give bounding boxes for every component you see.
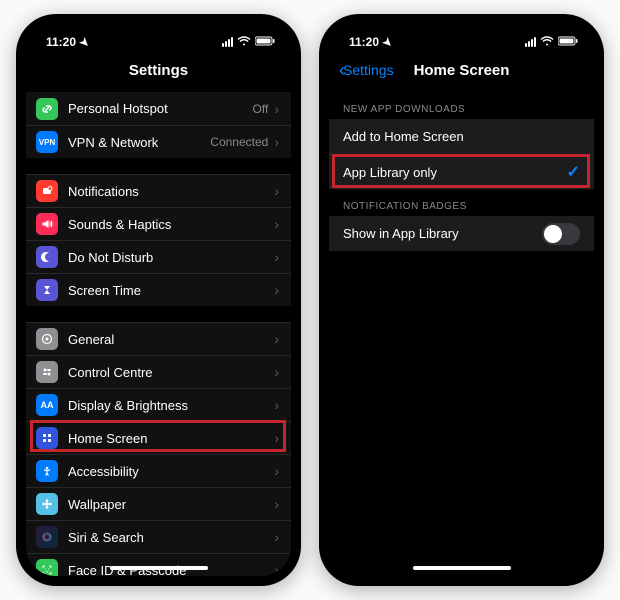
speaker-icon: [36, 213, 58, 235]
nav-title: Settings: [129, 62, 188, 79]
chevron-right-icon: ›: [274, 529, 279, 545]
wifi-icon: [237, 35, 251, 49]
row-value: Off: [253, 102, 269, 116]
row-label: Siri & Search: [68, 530, 274, 545]
row-value: Connected: [210, 135, 268, 149]
chevron-right-icon: ›: [274, 134, 279, 150]
chevron-right-icon: ›: [274, 331, 279, 347]
row-control-centre[interactable]: Control Centre ›: [26, 355, 291, 388]
hourglass-icon: [36, 279, 58, 301]
toggle-show-in-app-library[interactable]: [542, 223, 580, 245]
chevron-right-icon: ›: [274, 562, 279, 576]
vpn-icon: VPN: [36, 131, 58, 153]
row-add-to-home-screen[interactable]: Add to Home Screen: [329, 119, 594, 154]
location-icon: ➤: [380, 34, 396, 50]
screen-right: 11:20 ➤ ‹ Settings Home Screen NEW APP D…: [329, 24, 594, 576]
chevron-right-icon: ›: [274, 364, 279, 380]
checkmark-icon: ✓: [567, 162, 580, 182]
row-label: Notifications: [68, 184, 274, 199]
row-label: Control Centre: [68, 365, 274, 380]
notch: [94, 24, 224, 46]
chevron-right-icon: ›: [274, 249, 279, 265]
link-icon: [36, 98, 58, 120]
cellular-icon: [222, 37, 233, 47]
status-time: 11:20: [349, 35, 379, 49]
chevron-right-icon: ›: [274, 282, 279, 298]
chevron-right-icon: ›: [274, 101, 279, 117]
row-label: Sounds & Haptics: [68, 217, 274, 232]
row-label: Personal Hotspot: [68, 101, 253, 116]
grid-icon: [36, 427, 58, 449]
row-vpn-network[interactable]: VPN VPN & Network Connected ›: [26, 125, 291, 158]
notifications-icon: [36, 180, 58, 202]
section-header: NEW APP DOWNLOADS: [329, 92, 594, 119]
row-display-brightness[interactable]: AA Display & Brightness ›: [26, 388, 291, 421]
row-label: Add to Home Screen: [343, 129, 580, 144]
moon-icon: [36, 246, 58, 268]
row-show-in-app-library[interactable]: Show in App Library: [329, 216, 594, 251]
screen-left: 11:20 ➤ Settings Personal Hotspot Off › …: [26, 24, 291, 576]
location-icon: ➤: [77, 34, 93, 50]
chevron-right-icon: ›: [274, 496, 279, 512]
row-wallpaper[interactable]: Wallpaper ›: [26, 487, 291, 520]
row-label: Home Screen: [68, 431, 274, 446]
chevron-right-icon: ›: [274, 183, 279, 199]
row-label: Accessibility: [68, 464, 274, 479]
row-label: Show in App Library: [343, 226, 542, 241]
text-size-icon: AA: [36, 394, 58, 416]
row-sounds-haptics[interactable]: Sounds & Haptics ›: [26, 207, 291, 240]
chevron-right-icon: ›: [274, 430, 279, 446]
flower-icon: [36, 493, 58, 515]
row-label: Do Not Disturb: [68, 250, 274, 265]
battery-icon: [558, 35, 578, 49]
notch: [397, 24, 527, 46]
status-time: 11:20: [46, 35, 76, 49]
gear-icon: [36, 328, 58, 350]
phone-left: 11:20 ➤ Settings Personal Hotspot Off › …: [16, 14, 301, 586]
wifi-icon: [540, 35, 554, 49]
row-label: App Library only: [343, 165, 567, 180]
row-label: Display & Brightness: [68, 398, 274, 413]
home-indicator[interactable]: [413, 566, 511, 570]
nav-title: Home Screen: [414, 62, 510, 79]
row-notifications[interactable]: Notifications ›: [26, 174, 291, 207]
face-id-icon: [36, 559, 58, 576]
settings-list[interactable]: Personal Hotspot Off › VPN VPN & Network…: [26, 92, 291, 576]
home-indicator[interactable]: [110, 566, 208, 570]
chevron-right-icon: ›: [274, 397, 279, 413]
back-button[interactable]: ‹ Settings: [339, 60, 394, 81]
back-label: Settings: [343, 62, 394, 78]
row-personal-hotspot[interactable]: Personal Hotspot Off ›: [26, 92, 291, 125]
section-header: NOTIFICATION BADGES: [329, 189, 594, 216]
chevron-right-icon: ›: [274, 463, 279, 479]
row-accessibility[interactable]: Accessibility ›: [26, 454, 291, 487]
home-screen-list[interactable]: NEW APP DOWNLOADS Add to Home Screen App…: [329, 92, 594, 251]
nav-bar: Settings: [26, 54, 291, 86]
row-label: General: [68, 332, 274, 347]
phone-right: 11:20 ➤ ‹ Settings Home Screen NEW APP D…: [319, 14, 604, 586]
cellular-icon: [525, 37, 536, 47]
chevron-right-icon: ›: [274, 216, 279, 232]
row-label: Wallpaper: [68, 497, 274, 512]
row-screen-time[interactable]: Screen Time ›: [26, 273, 291, 306]
row-home-screen[interactable]: Home Screen ›: [26, 421, 291, 454]
sliders-icon: [36, 361, 58, 383]
row-app-library-only[interactable]: App Library only ✓: [329, 154, 594, 189]
row-label: VPN & Network: [68, 135, 210, 150]
row-label: Screen Time: [68, 283, 274, 298]
battery-icon: [255, 35, 275, 49]
row-face-id-passcode[interactable]: Face ID & Passcode ›: [26, 553, 291, 576]
siri-icon: [36, 526, 58, 548]
nav-bar: ‹ Settings Home Screen: [329, 54, 594, 86]
accessibility-icon: [36, 460, 58, 482]
row-do-not-disturb[interactable]: Do Not Disturb ›: [26, 240, 291, 273]
row-general[interactable]: General ›: [26, 322, 291, 355]
row-siri-search[interactable]: Siri & Search ›: [26, 520, 291, 553]
